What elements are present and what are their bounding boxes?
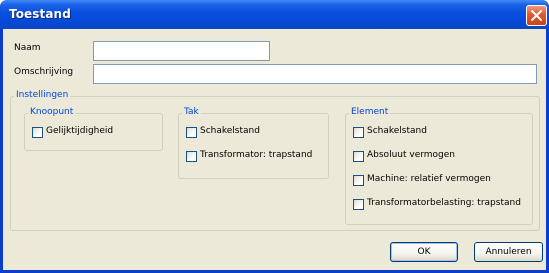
dialog-body: Naam Omschrijving Instellingen Knoopunt …	[3, 29, 546, 270]
checkbox-label: Absoluut vermogen	[367, 150, 455, 160]
naam-label: Naam	[14, 43, 41, 53]
omschrijving-input[interactable]	[93, 64, 537, 84]
cancel-button[interactable]: Annuleren	[474, 242, 543, 262]
checkbox-box[interactable]	[186, 127, 197, 138]
close-icon	[531, 10, 542, 21]
window-title: Toestand	[9, 7, 71, 21]
checkbox-label: Transformatorbelasting: trapstand	[367, 198, 521, 208]
naam-input[interactable]	[93, 41, 270, 61]
checkbox-label: Schakelstand	[200, 126, 260, 136]
title-bar[interactable]: Toestand	[0, 0, 549, 29]
checkbox-box[interactable]	[353, 175, 364, 186]
element-title: Element	[349, 107, 391, 117]
instellingen-group: Instellingen Knoopunt Gelijktijdigheid T…	[10, 90, 540, 231]
tak-title: Tak	[182, 107, 201, 117]
dialog-window: Toestand Naam Omschrijving Instellingen …	[0, 0, 549, 273]
checkbox-label: Schakelstand	[367, 126, 427, 136]
tak-group: Tak Schakelstand Transformator: trapstan…	[178, 107, 329, 179]
checkbox-box[interactable]	[186, 151, 197, 162]
checkbox-label: Machine: relatief vermogen	[367, 174, 491, 184]
checkbox-box[interactable]	[353, 199, 364, 210]
knooppunt-group: Knoopunt Gelijktijdigheid	[24, 107, 163, 151]
ok-button[interactable]: OK	[390, 242, 458, 262]
instellingen-title: Instellingen	[14, 90, 71, 100]
element-group: Element Schakelstand Absoluut vermogen M…	[345, 107, 533, 225]
checkbox-label: Transformator: trapstand	[200, 150, 313, 160]
close-button[interactable]	[526, 5, 547, 26]
checkbox-label: Gelijktijdigheid	[46, 126, 114, 136]
checkbox-box[interactable]	[32, 127, 43, 138]
omschrijving-label: Omschrijving	[14, 67, 74, 77]
knooppunt-title: Knoopunt	[28, 107, 76, 117]
checkbox-box[interactable]	[353, 151, 364, 162]
checkbox-box[interactable]	[353, 127, 364, 138]
